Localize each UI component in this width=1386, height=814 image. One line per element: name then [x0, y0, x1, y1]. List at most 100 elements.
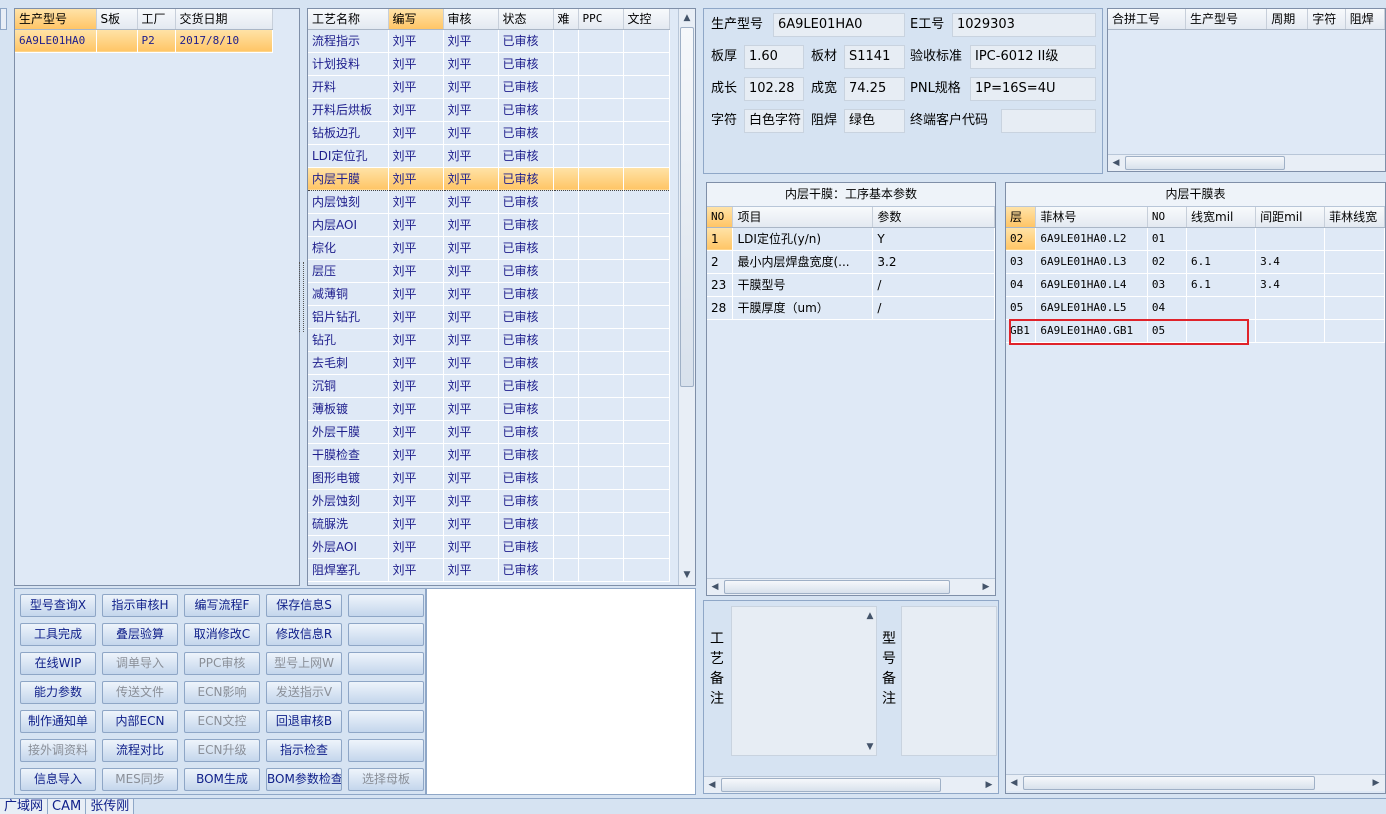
- col-header-film-line-width[interactable]: 菲林线宽: [1324, 207, 1385, 228]
- film-cell-film-no[interactable]: 6A9LE01HA0.L3: [1035, 250, 1148, 274]
- process-vscroll[interactable]: ▲ ▼: [678, 9, 695, 585]
- col-header-film-no[interactable]: 菲林号: [1035, 207, 1148, 228]
- action-button[interactable]: 接外调资料: [20, 739, 96, 762]
- action-button[interactable]: 取消修改C: [184, 623, 260, 646]
- process-cell-doc-control[interactable]: [623, 29, 670, 53]
- process-cell-difficulty[interactable]: [553, 374, 579, 398]
- scroll-left-icon[interactable]: ◀: [709, 581, 721, 593]
- process-cell-status[interactable]: 已审核: [498, 351, 554, 375]
- film-row[interactable]: 04 6A9LE01HA0.L4 03 6.1 3.4: [1006, 273, 1385, 297]
- action-button[interactable]: 编写流程F: [184, 594, 260, 617]
- process-cell-ppc[interactable]: [578, 144, 624, 168]
- process-cell-ppc[interactable]: [578, 443, 624, 467]
- process-cell-doc-control[interactable]: [623, 236, 670, 260]
- action-button[interactable]: 修改信息R: [266, 623, 342, 646]
- param-row[interactable]: 2 最小内层焊盘宽度(... 3.2: [707, 250, 995, 274]
- col-header-doc-control[interactable]: 文控: [623, 9, 670, 30]
- process-cell-status[interactable]: 已审核: [498, 489, 554, 513]
- process-row[interactable]: 内层干膜 刘平 刘平 已审核: [308, 166, 670, 191]
- action-button[interactable]: 回退审核B: [266, 710, 342, 733]
- model-cell-model[interactable]: 6A9LE01HA0: [15, 29, 97, 53]
- film-cell-film-line-width[interactable]: [1324, 227, 1385, 251]
- process-cell-process[interactable]: 钻板边孔: [308, 121, 389, 145]
- param-cell-item[interactable]: 干膜厚度（um）: [732, 296, 874, 320]
- remarks-hscroll[interactable]: ◀ ▶: [704, 776, 998, 793]
- film-cell-spacing[interactable]: [1255, 296, 1326, 320]
- process-cell-reviewer[interactable]: 刘平: [443, 374, 499, 398]
- process-row[interactable]: 计划投料 刘平 刘平 已审核: [308, 52, 670, 76]
- process-cell-writer[interactable]: 刘平: [388, 236, 444, 260]
- process-cell-reviewer[interactable]: 刘平: [443, 512, 499, 536]
- process-cell-difficulty[interactable]: [553, 75, 579, 99]
- process-row[interactable]: 外层干膜 刘平 刘平 已审核: [308, 420, 670, 444]
- film-cell-spacing[interactable]: 3.4: [1255, 250, 1326, 274]
- action-button[interactable]: MES同步: [102, 768, 178, 791]
- process-cell-difficulty[interactable]: [553, 443, 579, 467]
- process-cell-difficulty[interactable]: [553, 98, 579, 122]
- pnl-field[interactable]: 1P=16S=4U: [970, 77, 1096, 101]
- process-cell-status[interactable]: 已审核: [498, 558, 554, 582]
- col-header-model[interactable]: 生产型号: [15, 9, 97, 30]
- film-cell-film-line-width[interactable]: [1324, 273, 1385, 297]
- scroll-right-icon[interactable]: ▶: [980, 581, 992, 593]
- scroll-right-icon[interactable]: ▶: [983, 779, 995, 791]
- process-row[interactable]: 图形电镀 刘平 刘平 已审核: [308, 466, 670, 490]
- col-header-merge-model[interactable]: 生产型号: [1185, 9, 1268, 30]
- scroll-left-icon[interactable]: ◀: [1008, 777, 1020, 789]
- model-cell-delivery[interactable]: 2017/8/10: [175, 29, 273, 53]
- char-field[interactable]: 白色字符: [744, 109, 804, 133]
- process-cell-reviewer[interactable]: 刘平: [443, 489, 499, 513]
- process-row[interactable]: 开料后烘板 刘平 刘平 已审核: [308, 98, 670, 122]
- param-row[interactable]: 23 干膜型号 /: [707, 273, 995, 297]
- process-cell-reviewer[interactable]: 刘平: [443, 98, 499, 122]
- process-cell-process[interactable]: 硫脲洗: [308, 512, 389, 536]
- process-scroll-thumb[interactable]: [680, 27, 694, 387]
- process-cell-status[interactable]: 已审核: [498, 282, 554, 306]
- params-scroll-thumb[interactable]: [724, 580, 950, 594]
- film-cell-spacing[interactable]: [1255, 319, 1326, 343]
- process-row[interactable]: 薄板镀 刘平 刘平 已审核: [308, 397, 670, 421]
- action-button[interactable]: PPC审核: [184, 652, 260, 675]
- prod-model-field[interactable]: 6A9LE01HA0: [773, 13, 905, 37]
- blank-button[interactable]: [348, 739, 424, 762]
- process-cell-ppc[interactable]: [578, 166, 624, 191]
- process-row[interactable]: 外层蚀刻 刘平 刘平 已审核: [308, 489, 670, 513]
- action-button[interactable]: 选择母板: [348, 768, 424, 791]
- action-button[interactable]: 工具完成: [20, 623, 96, 646]
- col-header-delivery[interactable]: 交货日期: [175, 9, 273, 30]
- process-cell-ppc[interactable]: [578, 259, 624, 283]
- param-cell-value[interactable]: 3.2: [872, 250, 995, 274]
- process-cell-status[interactable]: 已审核: [498, 466, 554, 490]
- param-cell-value[interactable]: /: [872, 273, 995, 297]
- process-cell-status[interactable]: 已审核: [498, 420, 554, 444]
- process-cell-process[interactable]: 去毛刺: [308, 351, 389, 375]
- process-cell-status[interactable]: 已审核: [498, 236, 554, 260]
- process-cell-difficulty[interactable]: [553, 236, 579, 260]
- process-cell-ppc[interactable]: [578, 512, 624, 536]
- film-cell-line-width[interactable]: [1186, 227, 1257, 251]
- process-row[interactable]: 硫脲洗 刘平 刘平 已审核: [308, 512, 670, 536]
- process-cell-status[interactable]: 已审核: [498, 305, 554, 329]
- col-header-ppc[interactable]: PPC: [578, 9, 624, 30]
- process-cell-process[interactable]: 外层蚀刻: [308, 489, 389, 513]
- param-row[interactable]: 28 干膜厚度（um） /: [707, 296, 995, 320]
- length-field[interactable]: 102.28: [744, 77, 804, 101]
- action-button[interactable]: ECN影响: [184, 681, 260, 704]
- param-cell-no[interactable]: 1: [707, 227, 734, 251]
- process-cell-writer[interactable]: 刘平: [388, 374, 444, 398]
- action-button[interactable]: 保存信息S: [266, 594, 342, 617]
- process-cell-status[interactable]: 已审核: [498, 98, 554, 122]
- col-header-item[interactable]: 项目: [732, 207, 874, 228]
- blank-button[interactable]: [348, 681, 424, 704]
- process-cell-difficulty[interactable]: [553, 282, 579, 306]
- param-cell-value[interactable]: /: [872, 296, 995, 320]
- process-row[interactable]: 外层AOI 刘平 刘平 已审核: [308, 535, 670, 559]
- process-cell-reviewer[interactable]: 刘平: [443, 75, 499, 99]
- process-cell-writer[interactable]: 刘平: [388, 121, 444, 145]
- film-cell-spacing[interactable]: [1255, 227, 1326, 251]
- process-cell-writer[interactable]: 刘平: [388, 420, 444, 444]
- process-cell-difficulty[interactable]: [553, 535, 579, 559]
- process-cell-process[interactable]: 外层干膜: [308, 420, 389, 444]
- process-cell-process[interactable]: 沉铜: [308, 374, 389, 398]
- process-cell-difficulty[interactable]: [553, 420, 579, 444]
